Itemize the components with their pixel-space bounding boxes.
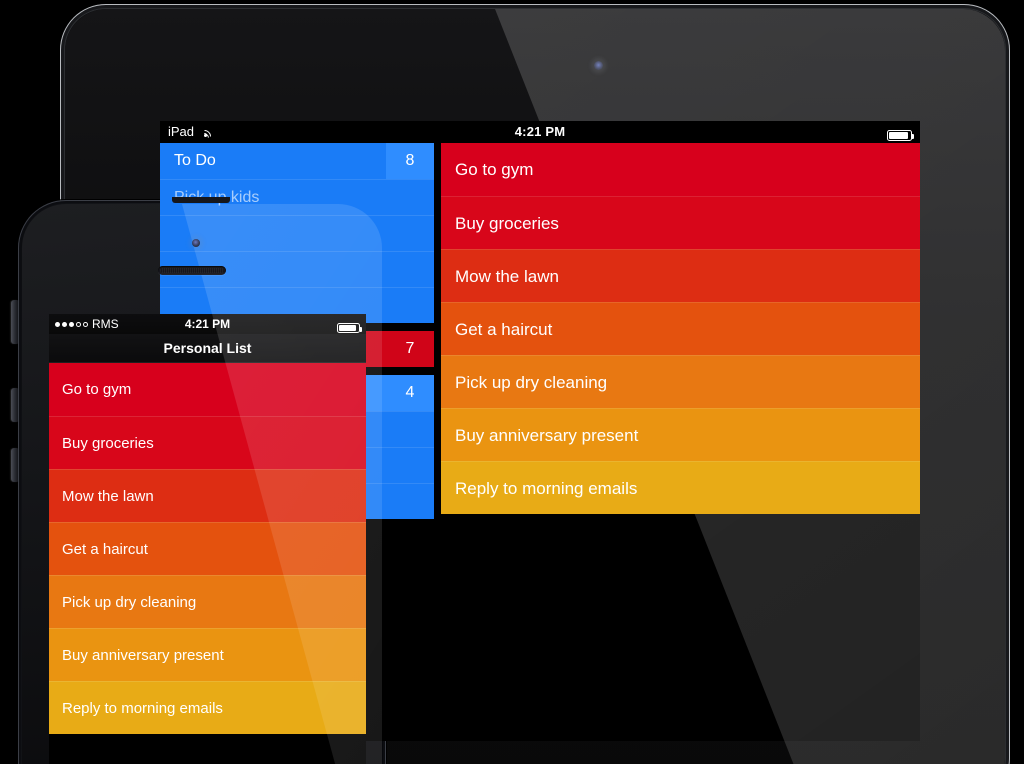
ipad-status-right bbox=[887, 126, 915, 148]
volume-up-button[interactable] bbox=[11, 388, 18, 422]
table-row[interactable]: Buy groceries bbox=[441, 196, 920, 249]
page-title: Personal List bbox=[49, 334, 366, 363]
master-list-item[interactable] bbox=[160, 215, 434, 251]
table-row[interactable]: Pick up dry cleaning bbox=[49, 575, 366, 628]
iphone-top-edge-detail bbox=[172, 197, 230, 203]
devices-showcase: iPad 4:21 PM To Do8Pick up kids74 Go to … bbox=[0, 0, 1024, 764]
iphone-screen: RMS 4:21 PM Personal List Go to gym Buy g… bbox=[49, 314, 366, 764]
ipad-status-time: 4:21 PM bbox=[514, 124, 566, 139]
table-row[interactable]: Go to gym bbox=[441, 143, 920, 196]
count-badge: 8 bbox=[386, 143, 434, 179]
ipad-status-bar: iPad 4:21 PM bbox=[160, 121, 920, 143]
table-row[interactable]: Mow the lawn bbox=[441, 249, 920, 302]
table-row[interactable]: Pick up dry cleaning bbox=[441, 355, 920, 408]
master-group-title: To Do bbox=[174, 152, 216, 169]
battery-full-icon bbox=[887, 130, 915, 141]
table-row[interactable]: Get a haircut bbox=[49, 522, 366, 575]
table-row[interactable]: Mow the lawn bbox=[49, 469, 366, 522]
table-row[interactable]: Buy anniversary present bbox=[441, 408, 920, 461]
iphone-status-right bbox=[337, 319, 363, 339]
table-row[interactable]: Buy anniversary present bbox=[49, 628, 366, 681]
mute-switch[interactable] bbox=[11, 300, 18, 344]
table-row[interactable]: Reply to morning emails bbox=[49, 681, 366, 734]
ipad-detail-list[interactable]: Go to gym Buy groceries Mow the lawn Get a … bbox=[441, 143, 920, 514]
volume-down-button[interactable] bbox=[11, 448, 18, 482]
front-camera-icon bbox=[192, 239, 200, 247]
earpiece-speaker bbox=[158, 266, 226, 275]
master-group-header[interactable]: To Do 8 bbox=[160, 143, 434, 179]
table-row[interactable]: Buy groceries bbox=[49, 416, 366, 469]
iphone-status-bar: RMS 4:21 PM bbox=[49, 314, 366, 334]
table-row[interactable]: Get a haircut bbox=[441, 302, 920, 355]
count-badge: 4 bbox=[386, 375, 434, 411]
count-badge: 7 bbox=[386, 331, 434, 367]
battery-full-icon bbox=[337, 323, 363, 333]
front-camera-icon bbox=[594, 61, 603, 70]
table-row[interactable]: Go to gym bbox=[49, 363, 366, 416]
table-row[interactable]: Reply to morning emails bbox=[441, 461, 920, 514]
master-list-group: To Do8Pick up kids bbox=[160, 143, 434, 323]
iphone-task-list[interactable]: Go to gym Buy groceries Mow the lawn Get a … bbox=[49, 363, 366, 734]
iphone-status-time: 4:21 PM bbox=[184, 317, 231, 331]
